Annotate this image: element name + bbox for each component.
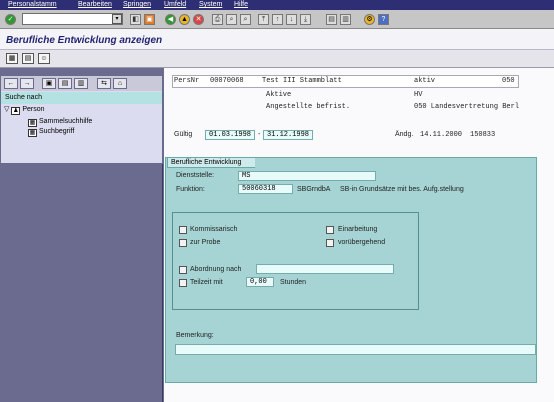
- save-disk-icon[interactable]: ▣: [144, 14, 155, 25]
- changed-by: 150833: [470, 131, 496, 139]
- valid-from-field[interactable]: 01.03.1998: [205, 130, 255, 140]
- home-icon[interactable]: ⌂: [113, 78, 127, 89]
- secondment-label: Abordnung nach: [190, 266, 242, 273]
- cancel-icon[interactable]: ✕: [193, 14, 204, 25]
- function-field[interactable]: 50060318: [238, 184, 293, 194]
- overview-icon[interactable]: ▦: [6, 53, 18, 64]
- function-label: Funktion:: [176, 186, 205, 193]
- list-icon[interactable]: ▤: [22, 53, 34, 64]
- date-separator: -: [258, 131, 261, 138]
- changed-date: 14.11.2000: [420, 131, 463, 139]
- find-icon[interactable]: ⌕: [226, 14, 237, 25]
- shortcut-icon[interactable]: ▥: [340, 14, 351, 25]
- back-icon[interactable]: ◀: [165, 14, 176, 25]
- filter-icon[interactable]: ▤: [58, 78, 72, 89]
- find-next-icon[interactable]: ⌕: [240, 14, 251, 25]
- remark-field[interactable]: [175, 344, 536, 355]
- settings-icon[interactable]: ⚙: [364, 14, 375, 25]
- layout-icon[interactable]: ▥: [74, 78, 88, 89]
- personnel-area: HV: [414, 91, 423, 99]
- menu-hilfe[interactable]: Hilfe: [234, 1, 248, 8]
- menu-bar: Personalstamm Bearbeiten Springen Umfeld…: [0, 0, 554, 10]
- changed-label: Ändg.: [395, 131, 414, 138]
- probation-checkbox[interactable]: [179, 239, 187, 247]
- page-title: Berufliche Entwicklung anzeigen: [6, 35, 163, 46]
- part-time-checkbox[interactable]: [179, 279, 187, 287]
- exit-icon[interactable]: ▲: [179, 14, 190, 25]
- last-page-icon[interactable]: ⤓: [300, 14, 311, 25]
- tree-item-person[interactable]: ▽ ♟ Person: [4, 105, 45, 115]
- tree-item-sammelsuchhilfe[interactable]: ▦ Sammelsuchhilfe: [28, 117, 92, 127]
- training-label: Einarbeitung: [338, 226, 378, 233]
- first-page-icon[interactable]: ⤒: [258, 14, 269, 25]
- valid-to-field[interactable]: 31.12.1998: [263, 130, 313, 140]
- persnr-label: PersNr: [174, 77, 200, 85]
- employee-name: Test III Stammblatt: [262, 77, 342, 85]
- print-icon[interactable]: ⎙: [212, 14, 223, 25]
- section-tab: Berufliche Entwicklung: [167, 157, 255, 168]
- menu-springen[interactable]: Springen: [123, 1, 151, 8]
- search-term-icon: ▦: [28, 129, 37, 137]
- part-time-hours-field[interactable]: 0,00: [246, 277, 274, 287]
- command-field[interactable]: [22, 13, 123, 25]
- company-code: 050: [502, 77, 515, 85]
- temporary-checkbox[interactable]: [326, 239, 334, 247]
- tree-item-suchbegriff[interactable]: ▦ Suchbegriff: [28, 127, 74, 137]
- kommissarisch-checkbox[interactable]: [179, 226, 187, 234]
- arrow-left-icon[interactable]: ←: [4, 78, 18, 89]
- next-page-icon[interactable]: ↓: [286, 14, 297, 25]
- arrow-right-icon[interactable]: →: [20, 78, 34, 89]
- new-session-icon[interactable]: ▤: [326, 14, 337, 25]
- menu-bearbeiten[interactable]: Bearbeiten: [78, 1, 112, 8]
- person-folder-icon: ♟: [11, 107, 21, 115]
- save-icon[interactable]: ◧: [130, 14, 141, 25]
- function-description: SB-in Grundsätze mit bes. Aufg.stellung: [340, 186, 464, 193]
- kommissarisch-label: Kommissarisch: [190, 226, 238, 233]
- personnel-subarea: 050 Landesvertretung Berl: [414, 103, 520, 111]
- transfer-icon[interactable]: ⇆: [97, 78, 111, 89]
- help-icon[interactable]: ?: [378, 14, 389, 25]
- department-label: Dienststelle:: [176, 172, 215, 179]
- employee-group: Aktive: [266, 91, 292, 99]
- save-variant-icon[interactable]: ▣: [42, 78, 56, 89]
- application-toolbar: [0, 50, 554, 68]
- employee-status: aktiv: [414, 77, 436, 85]
- secondment-checkbox[interactable]: [179, 266, 187, 274]
- tree-expand-icon[interactable]: ▽: [4, 106, 9, 113]
- check-icon[interactable]: ✓: [5, 14, 16, 25]
- valid-label: Gültig: [174, 131, 193, 138]
- secondment-field[interactable]: [256, 264, 394, 274]
- menu-umfeld[interactable]: Umfeld: [164, 1, 186, 8]
- hours-label: Stunden: [280, 279, 307, 286]
- menu-system[interactable]: System: [199, 1, 222, 8]
- function-code: SBGrndbA: [297, 186, 331, 193]
- probation-label: zur Probe: [190, 239, 221, 246]
- persnr-value: 00070068: [210, 77, 244, 85]
- remark-label: Bemerkung:: [176, 332, 214, 339]
- search-for-header: Suche nach: [1, 92, 162, 104]
- employee-subgroup: Angestellte befrist.: [266, 103, 351, 111]
- part-time-label: Teilzeit mit: [190, 279, 223, 286]
- temporary-label: vorübergehend: [338, 239, 386, 246]
- menu-personalstamm[interactable]: Personalstamm: [8, 1, 57, 8]
- previous-page-icon[interactable]: ↑: [272, 14, 283, 25]
- command-dropdown-icon[interactable]: ▾: [112, 14, 122, 24]
- training-checkbox[interactable]: [326, 226, 334, 234]
- search-help-icon: ▦: [28, 119, 37, 127]
- person-icon[interactable]: ☺: [38, 53, 50, 64]
- department-field[interactable]: MS: [238, 171, 376, 181]
